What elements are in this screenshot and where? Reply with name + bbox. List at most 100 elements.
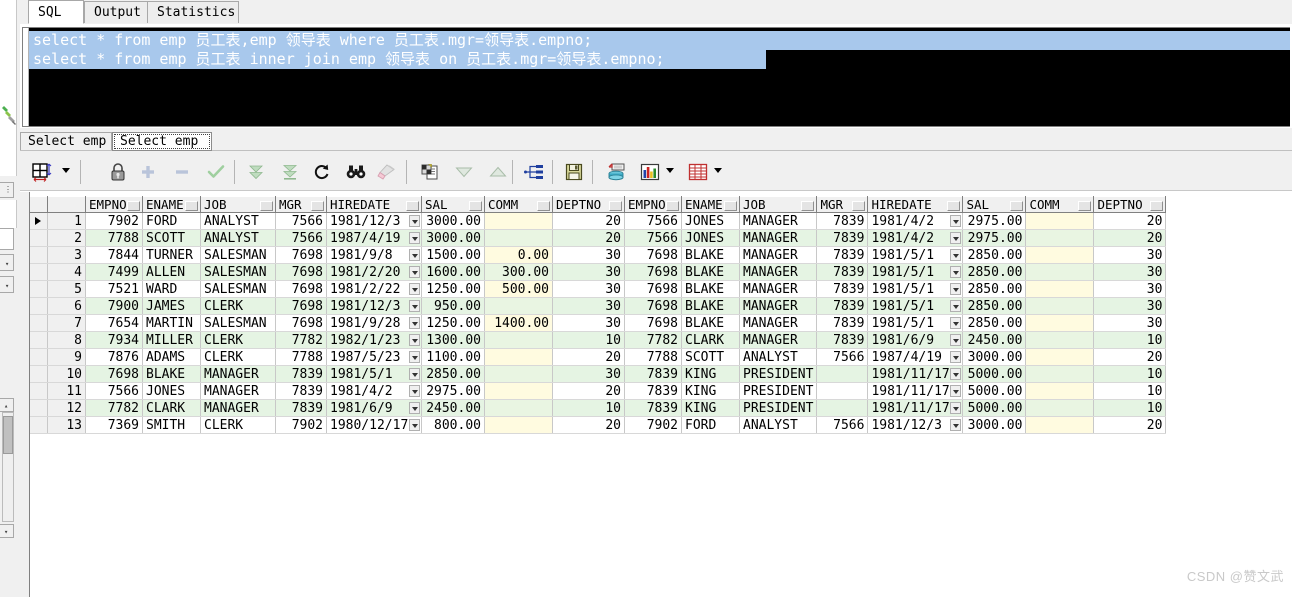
cell-hiredate-2[interactable]: 1981/5/1 — [867, 297, 964, 315]
table-row[interactable]: 6 7900 JAMES CLERK 7698 1981/12/3 950.00 30 7698… — [29, 297, 1167, 315]
find-icon[interactable] — [342, 158, 370, 186]
cell-mgr-1[interactable]: 7839 — [275, 382, 327, 400]
cell-empno-1[interactable]: 7566 — [85, 382, 143, 400]
cell-deptno-1[interactable]: 20 — [552, 229, 625, 247]
col-header-empno-1[interactable]: EMPNO — [85, 196, 143, 213]
col-resize-sal-2[interactable] — [1010, 201, 1024, 211]
cell-mgr-1[interactable]: 7698 — [275, 246, 327, 264]
cell-sal-2[interactable]: 2850.00 — [962, 263, 1027, 281]
cell-empno-2[interactable]: 7902 — [624, 416, 682, 434]
cell-hiredate-1[interactable]: 1981/12/3 — [326, 297, 422, 315]
cell-comm-2[interactable] — [1025, 348, 1095, 366]
table-row[interactable]: 12 7782 CLARK MANAGER 7839 1981/6/9 2450.00 10 7… — [29, 399, 1167, 417]
date-picker-dropdown-icon[interactable] — [409, 317, 420, 329]
col-resize-hiredate-1[interactable] — [406, 201, 419, 211]
cell-deptno-2[interactable]: 10 — [1093, 382, 1167, 400]
cell-empno-2[interactable]: 7698 — [624, 297, 682, 315]
cell-comm-1[interactable]: 0.00 — [484, 246, 553, 264]
tab-output[interactable]: Output — [84, 1, 148, 23]
cell-job-2[interactable]: MANAGER — [739, 212, 818, 230]
date-picker-dropdown-icon[interactable] — [950, 249, 962, 261]
cell-hiredate-2[interactable]: 1981/5/1 — [867, 263, 964, 281]
cell-ename-1[interactable]: JAMES — [142, 297, 201, 315]
table-view-dropdown-caret[interactable] — [714, 168, 722, 173]
cell-comm-1[interactable] — [484, 331, 553, 349]
cell-job-1[interactable]: CLERK — [200, 416, 276, 434]
cell-mgr-2[interactable] — [816, 399, 869, 417]
cell-empno-2[interactable]: 7788 — [624, 348, 682, 366]
cell-deptno-2[interactable]: 20 — [1093, 416, 1167, 434]
cell-hiredate-1[interactable]: 1982/1/23 — [326, 331, 422, 349]
cell-empno-1[interactable]: 7902 — [85, 212, 143, 230]
cell-comm-2[interactable] — [1025, 229, 1095, 247]
cell-deptno-2[interactable]: 30 — [1093, 297, 1167, 315]
cell-mgr-1[interactable]: 7788 — [275, 348, 327, 366]
row-selector-cell[interactable] — [29, 348, 48, 366]
cell-job-2[interactable]: PRESIDENT — [739, 365, 818, 383]
cell-deptno-1[interactable]: 20 — [552, 416, 625, 434]
date-picker-dropdown-icon[interactable] — [950, 215, 962, 227]
cell-job-1[interactable]: MANAGER — [200, 399, 276, 417]
date-picker-dropdown-icon[interactable] — [409, 419, 420, 431]
tab-statistics[interactable]: Statistics — [147, 1, 239, 23]
cell-ename-2[interactable]: BLAKE — [681, 314, 740, 332]
table-row[interactable]: 8 7934 MILLER CLERK 7782 1982/1/23 1300.00 10 77… — [29, 331, 1167, 349]
add-row-icon[interactable] — [134, 158, 162, 186]
row-selector-cell[interactable] — [29, 263, 48, 281]
cell-comm-1[interactable] — [484, 382, 553, 400]
cell-ename-2[interactable]: BLAKE — [681, 280, 740, 298]
cell-empno-1[interactable]: 7934 — [85, 331, 143, 349]
col-resize-empno-2[interactable] — [666, 201, 679, 211]
cell-empno-2[interactable]: 7566 — [624, 212, 682, 230]
grid-layout-dropdown-caret[interactable] — [62, 168, 70, 173]
date-picker-dropdown-icon[interactable] — [950, 300, 962, 312]
date-picker-dropdown-icon[interactable] — [409, 368, 420, 380]
date-picker-dropdown-icon[interactable] — [409, 300, 420, 312]
col-resize-comm-2[interactable] — [1078, 201, 1092, 211]
date-picker-dropdown-icon[interactable] — [950, 419, 962, 431]
grid-layout-icon[interactable] — [28, 158, 56, 186]
table-row[interactable]: 5 7521 WARD SALESMAN 7698 1981/2/22 1250.00 500… — [29, 280, 1167, 298]
cell-deptno-2[interactable]: 30 — [1093, 246, 1167, 264]
left-panel-field[interactable] — [0, 200, 17, 228]
cell-ename-2[interactable]: BLAKE — [681, 246, 740, 264]
cell-job-2[interactable]: MANAGER — [739, 297, 818, 315]
cell-hiredate-2[interactable]: 1981/5/1 — [867, 280, 964, 298]
cell-comm-2[interactable] — [1025, 263, 1095, 281]
cell-comm-1[interactable] — [484, 365, 553, 383]
cell-ename-2[interactable]: JONES — [681, 212, 740, 230]
left-panel-input[interactable] — [0, 228, 14, 250]
cell-ename-2[interactable]: KING — [681, 365, 740, 383]
table-row[interactable]: 13 7369 SMITH CLERK 7902 1980/12/17 800.00 20 79… — [29, 416, 1167, 434]
result-grid[interactable]: EMPNO ENAME JOB MGR HIREDATE SAL COMM DE… — [20, 191, 1292, 597]
cell-sal-1[interactable]: 2450.00 — [421, 399, 485, 417]
col-header-mgr-1[interactable]: MGR — [275, 196, 327, 213]
cell-ename-1[interactable]: FORD — [142, 212, 201, 230]
cell-deptno-2[interactable]: 10 — [1093, 331, 1167, 349]
cell-sal-2[interactable]: 5000.00 — [962, 365, 1027, 383]
left-panel-scroll-down[interactable]: ▾ — [0, 524, 14, 538]
cell-sal-1[interactable]: 1250.00 — [421, 314, 485, 332]
cell-empno-2[interactable]: 7698 — [624, 263, 682, 281]
cell-comm-2[interactable] — [1025, 416, 1095, 434]
cell-mgr-2[interactable]: 7566 — [816, 348, 869, 366]
row-selector-cell[interactable] — [29, 331, 48, 349]
col-resize-empno-1[interactable] — [127, 201, 140, 211]
cell-hiredate-2[interactable]: 1981/5/1 — [867, 314, 964, 332]
cell-deptno-1[interactable]: 10 — [552, 399, 625, 417]
cell-hiredate-1[interactable]: 1981/12/3 — [326, 212, 422, 230]
cell-ename-1[interactable]: MILLER — [142, 331, 201, 349]
fetch-page-icon[interactable] — [276, 158, 304, 186]
refresh-icon[interactable] — [308, 158, 336, 186]
row-selector-cell[interactable] — [29, 212, 48, 230]
cell-ename-2[interactable]: KING — [681, 382, 740, 400]
cell-empno-1[interactable]: 7369 — [85, 416, 143, 434]
cell-sal-2[interactable]: 2850.00 — [962, 280, 1027, 298]
cell-sal-1[interactable]: 3000.00 — [421, 229, 485, 247]
cell-deptno-1[interactable]: 20 — [552, 212, 625, 230]
table-row[interactable]: 3 7844 TURNER SALESMAN 7698 1981/9/8 1500.00 0.… — [29, 246, 1167, 264]
cell-job-1[interactable]: CLERK — [200, 331, 276, 349]
cell-hiredate-2[interactable]: 1981/11/17 — [867, 399, 964, 417]
chart-icon[interactable] — [636, 158, 664, 186]
cell-empno-1[interactable]: 7698 — [85, 365, 143, 383]
